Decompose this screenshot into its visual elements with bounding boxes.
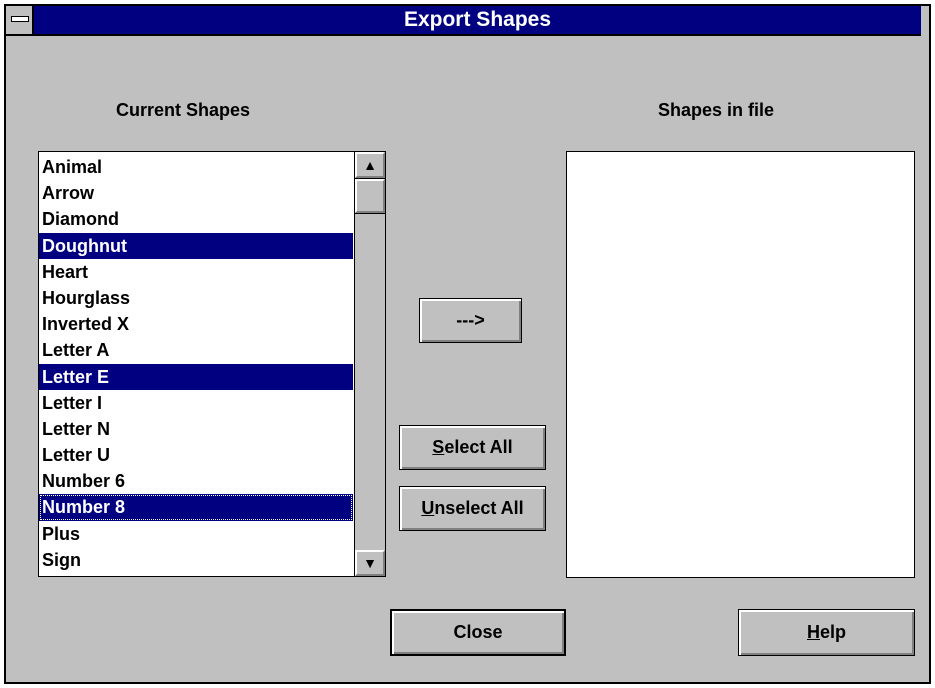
unselect-all-button[interactable]: Unselect All bbox=[399, 486, 546, 531]
current-shapes-list: Animal Arrow Diamond Doughnut Heart Hourglass… bbox=[39, 154, 353, 576]
list-item[interactable]: Letter I bbox=[39, 390, 353, 416]
list-item[interactable]: Letter U bbox=[39, 442, 353, 468]
current-shapes-listbox[interactable]: Animal Arrow Diamond Doughnut Heart Hourglass… bbox=[38, 151, 386, 577]
list-item[interactable]: Diamond bbox=[39, 206, 353, 232]
system-menu-icon[interactable] bbox=[6, 6, 34, 34]
select-all-label: elect All bbox=[444, 437, 513, 457]
list-item[interactable]: Sign bbox=[39, 547, 353, 573]
list-item[interactable]: Smiley bbox=[39, 573, 353, 576]
shapes-in-file-label: Shapes in file bbox=[658, 100, 775, 120]
list-item[interactable]: Number 8 bbox=[39, 494, 353, 521]
title-bar[interactable]: Export Shapes bbox=[6, 6, 921, 36]
help-hotkey: H bbox=[806, 622, 820, 642]
list-item[interactable]: Hourglass bbox=[39, 285, 353, 311]
list-item[interactable]: Letter N bbox=[39, 416, 353, 442]
list-item[interactable]: Arrow bbox=[39, 180, 353, 206]
list-item[interactable]: Doughnut bbox=[39, 232, 353, 259]
shapes-in-file-listbox[interactable] bbox=[566, 151, 915, 578]
dialog-title: Export Shapes bbox=[403, 8, 552, 31]
select-all-hotkey: S bbox=[432, 437, 445, 457]
unselect-all-hotkey: U bbox=[421, 498, 435, 518]
list-item[interactable]: Letter A bbox=[39, 337, 353, 363]
vertical-scrollbar[interactable]: ▲ ▼ bbox=[354, 152, 385, 576]
scroll-down-button[interactable]: ▼ bbox=[355, 550, 385, 576]
up-arrow-icon: ▲ bbox=[363, 157, 377, 173]
list-item[interactable]: Animal bbox=[39, 154, 353, 180]
scroll-up-button[interactable]: ▲ bbox=[355, 152, 385, 178]
down-arrow-icon: ▼ bbox=[363, 555, 377, 571]
help-button[interactable]: Help bbox=[738, 609, 915, 656]
move-right-button[interactable]: ---> bbox=[419, 298, 522, 343]
current-shapes-label: Current Shapes bbox=[116, 100, 251, 120]
unselect-all-label: nselect All bbox=[434, 498, 524, 518]
list-item[interactable]: Heart bbox=[39, 259, 353, 285]
list-item[interactable]: Plus bbox=[39, 521, 353, 547]
list-item[interactable]: Inverted X bbox=[39, 311, 353, 337]
help-label: elp bbox=[819, 622, 846, 642]
close-button[interactable]: Close bbox=[390, 609, 566, 656]
select-all-button[interactable]: Select All bbox=[399, 425, 546, 470]
list-item[interactable]: Number 6 bbox=[39, 468, 353, 494]
list-item[interactable]: Letter E bbox=[39, 363, 353, 390]
scroll-thumb[interactable] bbox=[354, 178, 385, 214]
